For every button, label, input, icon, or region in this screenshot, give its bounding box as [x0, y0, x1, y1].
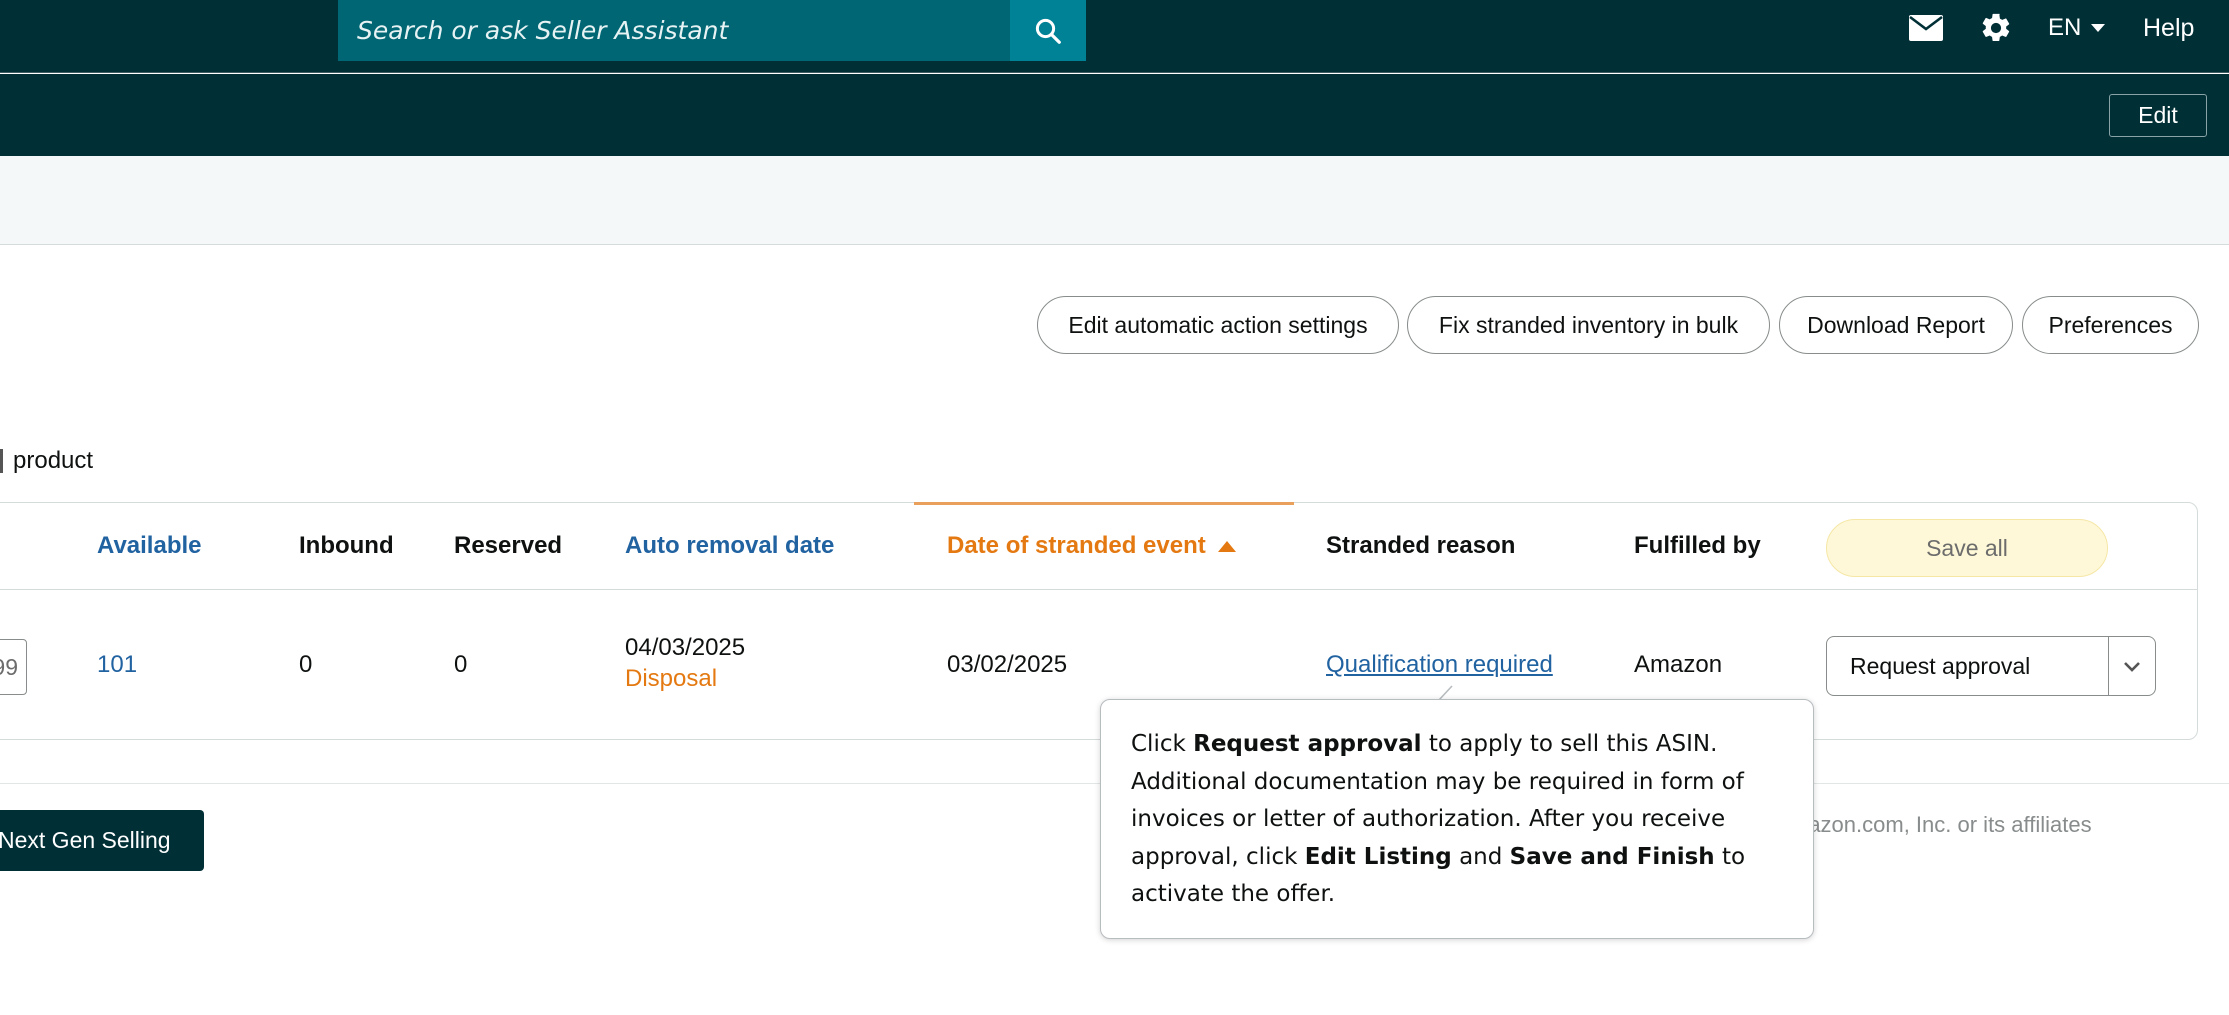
- fulfilled-by-value: Amazon: [1634, 651, 1723, 678]
- price-input[interactable]: 99: [0, 639, 27, 695]
- column-header-auto-removal-date[interactable]: Auto removal date: [625, 532, 834, 560]
- mail-icon: [1909, 15, 1943, 41]
- page-header-bar: Edit: [0, 74, 2229, 156]
- column-header-stranded-reason: Stranded reason: [1326, 532, 1516, 559]
- tooltip-bold-request-approval: Request approval: [1193, 731, 1422, 757]
- tooltip-text-3: and: [1451, 843, 1510, 870]
- next-gen-selling-button[interactable]: Next Gen Selling: [0, 810, 204, 871]
- language-label: EN: [2048, 14, 2082, 41]
- copyright-text: mazon.com, Inc. or its affiliates: [1790, 812, 2092, 837]
- stranded-reason-tooltip: Click Request approval to apply to sell …: [1100, 699, 1814, 939]
- column-header-reserved: Reserved: [454, 532, 563, 559]
- download-report-button[interactable]: Download Report: [1779, 296, 2013, 354]
- save-all-button[interactable]: Save all: [1826, 519, 2108, 577]
- fix-stranded-inventory-bulk-button[interactable]: Fix stranded inventory in bulk: [1407, 296, 1770, 354]
- next-gen-selling-label: Next Gen Selling: [0, 827, 171, 853]
- tooltip-bold-edit-listing: Edit Listing: [1304, 843, 1452, 870]
- product-count-text: product: [13, 447, 94, 474]
- column-header-date-label: Date of stranded event: [947, 532, 1206, 559]
- available-value[interactable]: 101: [97, 651, 137, 679]
- language-selector[interactable]: EN: [2048, 12, 2106, 44]
- tooltip-bold-save-and-finish: Save and Finish: [1509, 843, 1715, 870]
- search-bar: [338, 0, 1086, 61]
- product-count-label: product: [0, 447, 93, 475]
- stranded-inventory-table: Available Inbound Reserved Auto removal …: [0, 502, 2198, 740]
- count-fragment: [0, 449, 3, 473]
- edit-button[interactable]: Edit: [2109, 94, 2207, 137]
- gear-icon: [1982, 13, 2010, 42]
- request-approval-button[interactable]: Request approval: [1827, 637, 2108, 695]
- top-nav-bar: EN Help: [0, 0, 2229, 73]
- chevron-down-icon: [2091, 24, 2106, 32]
- preferences-button[interactable]: Preferences: [2022, 296, 2199, 354]
- table-header-row: Available Inbound Reserved Auto removal …: [0, 502, 2197, 590]
- column-header-available[interactable]: Available: [97, 532, 202, 560]
- reserved-value: 0: [454, 651, 468, 678]
- auto-removal-action: Disposal: [625, 665, 718, 692]
- stranded-reason-link[interactable]: Qualification required: [1326, 651, 1553, 679]
- tooltip-text-1: Click: [1131, 731, 1194, 757]
- stranded-date-value: 03/02/2025: [947, 651, 1068, 678]
- sorted-column-indicator: [914, 502, 1294, 505]
- search-button[interactable]: [1010, 0, 1086, 61]
- inbound-value: 0: [299, 651, 313, 678]
- edit-automatic-action-settings-button[interactable]: Edit automatic action settings: [1037, 296, 1399, 354]
- search-input[interactable]: [338, 0, 1010, 61]
- help-link[interactable]: Help: [2143, 12, 2194, 44]
- settings-button[interactable]: [1976, 10, 2016, 46]
- column-header-date-of-stranded-event[interactable]: Date of stranded event: [947, 532, 1236, 560]
- mail-button[interactable]: [1906, 10, 1946, 46]
- search-icon: [1035, 18, 1061, 44]
- action-dropdown-toggle[interactable]: [2108, 637, 2155, 695]
- page-title-band: [0, 156, 2229, 245]
- column-header-inbound: Inbound: [299, 532, 394, 559]
- chevron-down-icon: [2124, 661, 2140, 672]
- column-header-fulfilled-by: Fulfilled by: [1634, 532, 1761, 559]
- action-split-button: Request approval: [1826, 636, 2156, 696]
- auto-removal-date-value: 04/03/2025: [625, 634, 746, 661]
- sort-ascending-icon: [1217, 540, 1236, 552]
